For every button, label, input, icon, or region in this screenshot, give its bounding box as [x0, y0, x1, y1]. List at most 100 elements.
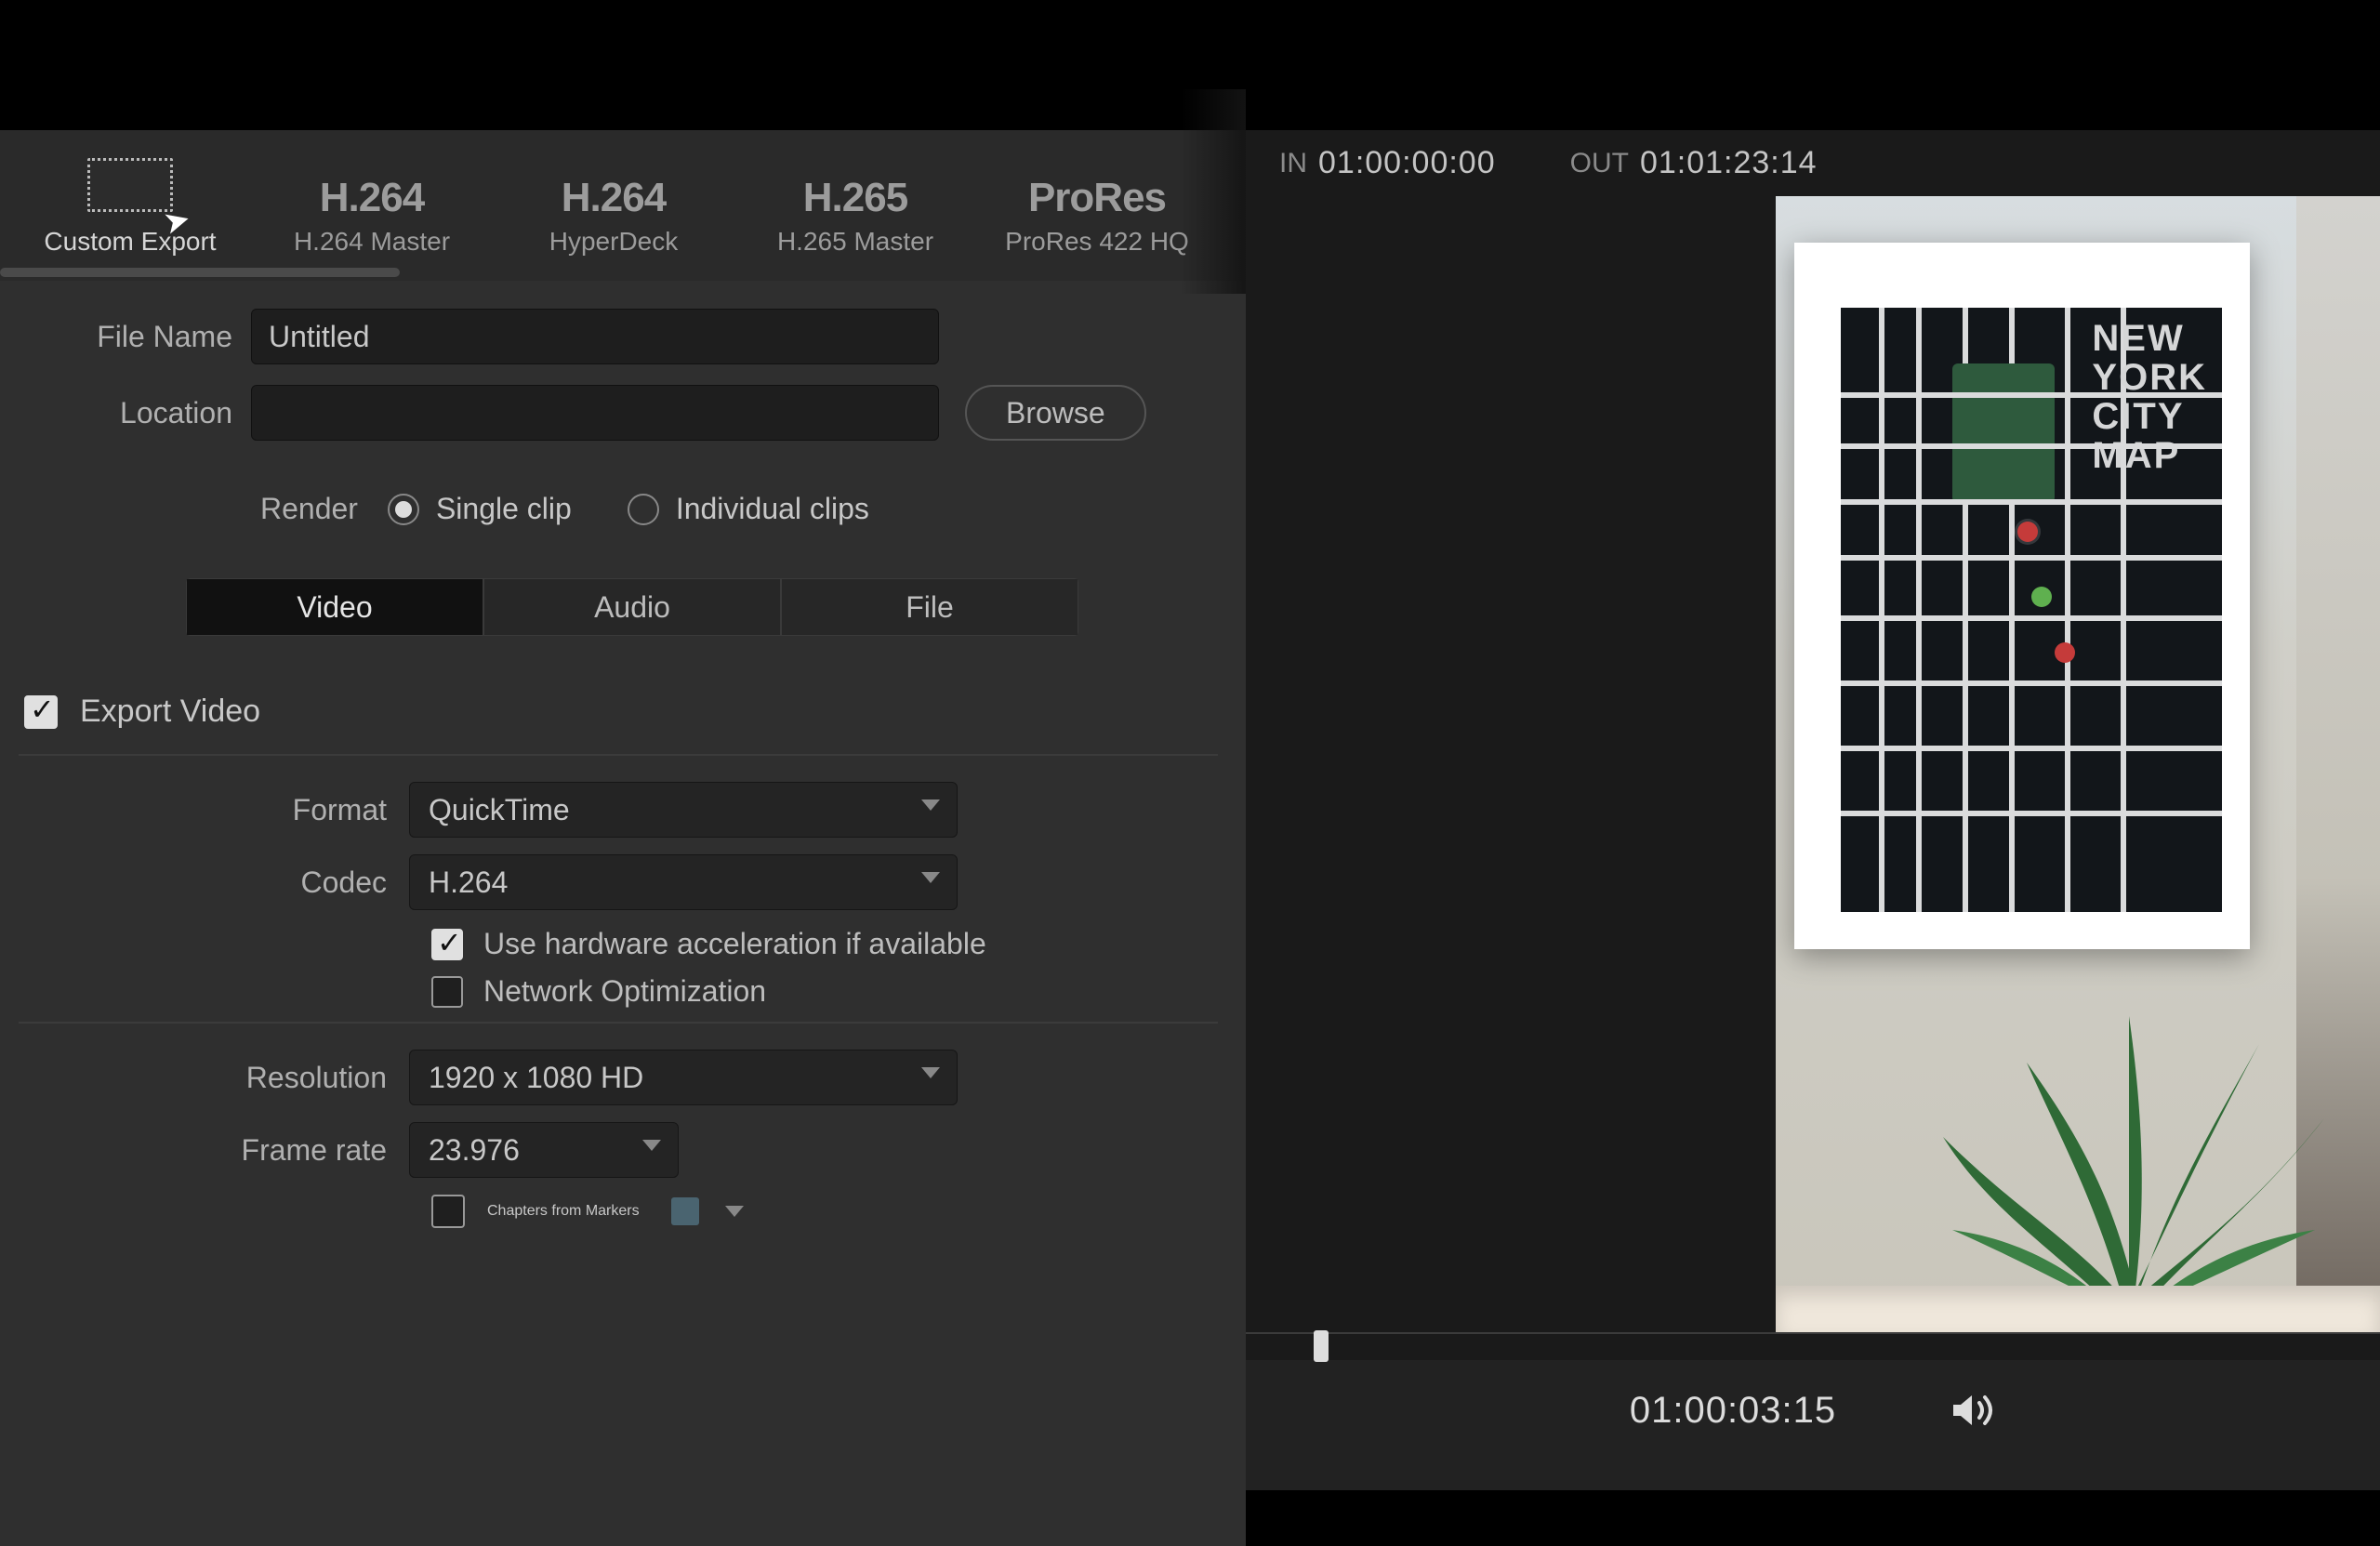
video-viewport[interactable]: NEW YORK CITY MAP — [1246, 196, 2380, 1332]
net-opt-row: Network Optimization — [431, 974, 1218, 1009]
preset-strip[interactable]: ➤ Custom Export H.264 H.264 Master H.264… — [0, 130, 1246, 264]
map-title-text: NEW YORK CITY MAP — [2092, 319, 2207, 475]
export-video-label: Export Video — [80, 694, 260, 730]
codec-select[interactable]: H.264 — [409, 854, 958, 910]
section-divider — [19, 1022, 1218, 1024]
resolution-label: Resolution — [19, 1061, 409, 1095]
chapters-label: Chapters from Markers — [487, 1203, 640, 1220]
chevron-down-icon — [921, 799, 940, 811]
tab-audio[interactable]: Audio — [483, 578, 781, 636]
location-label: Location — [19, 396, 251, 430]
in-value: 01:00:00:00 — [1318, 145, 1496, 181]
preset-custom-export[interactable]: ➤ Custom Export — [19, 158, 242, 257]
filmstrip-icon — [87, 158, 173, 212]
map-pin-icon — [2055, 642, 2075, 663]
export-video-checkbox[interactable] — [24, 695, 58, 729]
preset-label: H.265 Master — [777, 227, 933, 257]
codec-row: Codec H.264 — [19, 854, 1218, 910]
out-point-group[interactable]: OUT 01:01:23:14 — [1570, 145, 1818, 181]
chevron-down-icon — [642, 1140, 661, 1151]
browse-button[interactable]: Browse — [965, 385, 1146, 441]
preset-h264-master[interactable]: H.264 H.264 Master — [260, 175, 483, 257]
radio-single-label: Single clip — [436, 492, 572, 526]
window-black-matte-bottom — [1246, 1490, 2380, 1546]
resolution-select[interactable]: 1920 x 1080 HD — [409, 1050, 958, 1105]
chapters-checkbox[interactable] — [431, 1195, 465, 1228]
preset-label: H.264 Master — [294, 227, 450, 257]
chevron-down-icon[interactable] — [725, 1206, 744, 1217]
map-art: NEW YORK CITY MAP — [1841, 308, 2222, 912]
preset-big-label: ProRes — [1028, 175, 1166, 221]
shelf-edge — [1776, 1286, 2380, 1332]
timecode-bar: IN 01:00:00:00 OUT 01:01:23:14 — [1246, 130, 2380, 196]
framerate-select[interactable]: 23.976 — [409, 1122, 679, 1178]
radio-single-clip[interactable] — [388, 494, 419, 525]
net-opt-label: Network Optimization — [483, 974, 766, 1009]
resolution-row: Resolution 1920 x 1080 HD — [19, 1050, 1218, 1105]
section-divider — [19, 754, 1218, 756]
playhead-thumb[interactable] — [1314, 1330, 1329, 1362]
net-opt-checkbox[interactable] — [431, 976, 463, 1008]
marker-color-swatch[interactable] — [671, 1197, 699, 1225]
transport-controls: 01:00:03:15 — [1246, 1360, 2380, 1490]
hw-accel-label: Use hardware acceleration if available — [483, 927, 986, 961]
playhead-track[interactable] — [1246, 1332, 2380, 1360]
radio-individual-clips[interactable] — [628, 494, 659, 525]
render-single-option[interactable]: Single clip — [388, 492, 572, 526]
preset-big-label: H.264 — [320, 175, 424, 221]
preset-scrollbar[interactable] — [0, 266, 1246, 277]
window-black-matte-top — [0, 0, 2380, 130]
export-form: File Name Location Browse Render Single … — [0, 281, 1246, 1546]
preset-big-label: H.265 — [803, 175, 907, 221]
format-label: Format — [19, 793, 409, 827]
plant-foreground — [1887, 932, 2371, 1332]
file-name-label: File Name — [19, 320, 251, 354]
tab-file[interactable]: File — [781, 578, 1078, 636]
codec-value: H.264 — [429, 865, 508, 900]
framerate-label: Frame rate — [19, 1133, 409, 1168]
current-timecode[interactable]: 01:00:03:15 — [1630, 1390, 1836, 1432]
tab-video[interactable]: Video — [186, 578, 483, 636]
map-pin-icon — [2031, 587, 2052, 607]
out-label: OUT — [1570, 148, 1629, 179]
chevron-down-icon — [921, 872, 940, 883]
preset-h265-master[interactable]: H.265 H.265 Master — [744, 175, 967, 257]
format-select[interactable]: QuickTime — [409, 782, 958, 838]
preset-label: ProRes 422 HQ — [1005, 227, 1189, 257]
hw-accel-row: Use hardware acceleration if available — [431, 927, 1218, 961]
render-label: Render — [260, 492, 358, 526]
framerate-value: 23.976 — [429, 1133, 520, 1168]
in-label: IN — [1279, 148, 1307, 179]
chapters-row: Chapters from Markers — [431, 1195, 1218, 1228]
export-panel: ➤ Custom Export H.264 H.264 Master H.264… — [0, 130, 1246, 1546]
codec-label: Codec — [19, 865, 409, 900]
preset-scrollbar-thumb[interactable] — [0, 268, 400, 277]
preset-label: Custom Export — [44, 227, 216, 257]
render-individual-option[interactable]: Individual clips — [628, 492, 869, 526]
preset-label: HyperDeck — [549, 227, 678, 257]
poster-frame: NEW YORK CITY MAP — [1794, 243, 2250, 949]
preset-prores-422-hq[interactable]: ProRes ProRes 422 HQ — [985, 175, 1209, 257]
preset-custom-icon-wrap: ➤ — [87, 158, 173, 221]
format-value: QuickTime — [429, 793, 570, 827]
radio-individual-label: Individual clips — [676, 492, 869, 526]
format-row: Format QuickTime — [19, 782, 1218, 838]
file-name-input[interactable] — [251, 309, 939, 364]
location-input[interactable] — [251, 385, 939, 441]
map-park-shape — [1952, 363, 2055, 503]
location-row: Location Browse — [19, 385, 1218, 441]
resolution-value: 1920 x 1080 HD — [429, 1061, 643, 1095]
framerate-row: Frame rate 23.976 — [19, 1122, 1218, 1178]
in-point-group[interactable]: IN 01:00:00:00 — [1279, 145, 1496, 181]
file-name-row: File Name — [19, 309, 1218, 364]
hw-accel-checkbox[interactable] — [431, 929, 463, 960]
preset-hyperdeck[interactable]: H.264 HyperDeck — [502, 175, 725, 257]
out-value: 01:01:23:14 — [1640, 145, 1818, 181]
speaker-icon[interactable] — [1948, 1386, 1996, 1434]
chevron-down-icon — [921, 1067, 940, 1078]
render-mode-row: Render Single clip Individual clips — [19, 492, 1218, 526]
main-row: ➤ Custom Export H.264 H.264 Master H.264… — [0, 130, 2380, 1546]
export-video-section-head: Export Video — [24, 694, 1218, 730]
preview-panel: IN 01:00:00:00 OUT 01:01:23:14 — [1246, 130, 2380, 1546]
preset-big-label: H.264 — [562, 175, 666, 221]
